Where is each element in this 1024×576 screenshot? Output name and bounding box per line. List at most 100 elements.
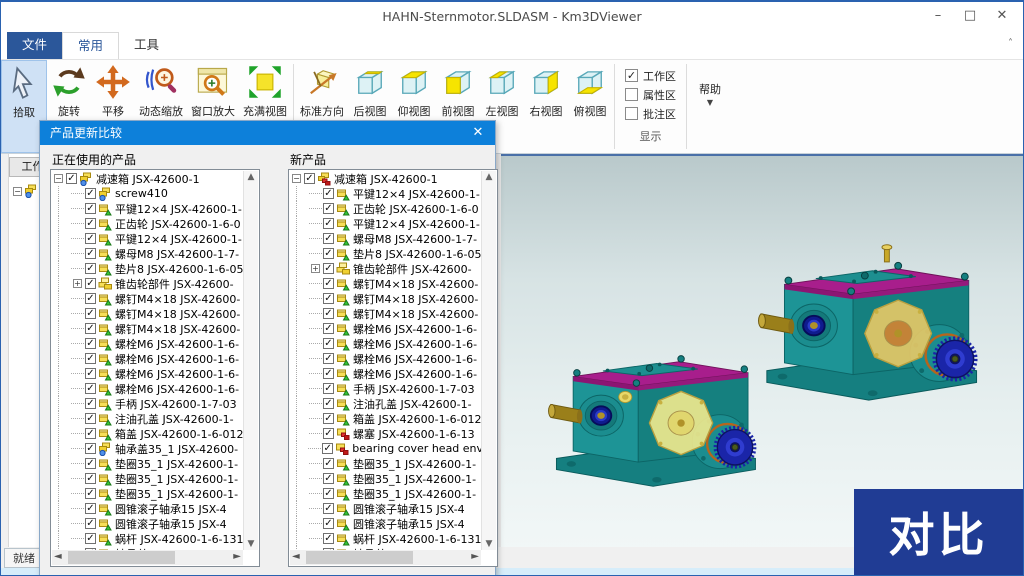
item-checkbox[interactable]: ✓ (322, 443, 333, 454)
tree-item[interactable]: +✓锥齿轮部件 JSX-42600- (290, 261, 481, 276)
scroll-right-icon[interactable]: ► (233, 551, 241, 562)
tree-item[interactable]: ✓螺塞 JSX-42600-1-6-13 (290, 426, 481, 441)
tree-item[interactable]: +✓锥齿轮部件 JSX-42600- (52, 276, 243, 291)
tree-item[interactable]: ✓螺栓M6 JSX-42600-1-6- (290, 351, 481, 366)
item-checkbox[interactable]: ✓ (323, 368, 334, 379)
tree-item[interactable]: ✓螺钉M4×18 JSX-42600- (290, 291, 481, 306)
tree-item[interactable]: ✓垫圈35_1 JSX-42600-1- (290, 486, 481, 501)
tree-item[interactable]: ✓轴承盖35_1 JSX-42600- (52, 441, 243, 456)
item-checkbox[interactable]: ✓ (85, 338, 96, 349)
item-checkbox[interactable]: ✓ (85, 293, 96, 304)
item-checkbox[interactable]: ✓ (85, 458, 96, 469)
tree-item[interactable]: ✓圆锥滚子轴承15 JSX-4 (290, 516, 481, 531)
checked-checkbox-icon[interactable]: ✓ (625, 69, 638, 82)
scroll-up-icon[interactable]: ▲ (244, 172, 258, 182)
tree-item[interactable]: ✓箱盖 JSX-42600-1-6-012 (290, 411, 481, 426)
tree-item[interactable]: ✓平键12×4 JSX-42600-1- (52, 201, 243, 216)
item-checkbox[interactable]: ✓ (85, 263, 96, 274)
tree-item[interactable]: ✓垫圈35_1 JSX-42600-1- (52, 456, 243, 471)
dialog-title-bar[interactable]: 产品更新比较 ✕ (40, 121, 495, 145)
tree-item[interactable]: ✓手柄 JSX-42600-1-7-03 (52, 396, 243, 411)
item-checkbox[interactable]: ✓ (323, 278, 334, 289)
item-checkbox[interactable]: ✓ (323, 428, 334, 439)
item-checkbox[interactable]: ✓ (323, 413, 334, 424)
item-checkbox[interactable]: ✓ (323, 308, 334, 319)
item-checkbox[interactable]: ✓ (85, 188, 96, 199)
item-checkbox[interactable]: ✓ (85, 278, 96, 289)
ribbon-button-cube-right[interactable]: 右视图 (524, 60, 568, 153)
tree-item[interactable]: ✓螺钉M4×18 JSX-42600- (52, 321, 243, 336)
item-checkbox[interactable]: ✓ (323, 293, 334, 304)
item-checkbox[interactable]: ✓ (323, 248, 334, 259)
ribbon-button-cube-top[interactable]: 俯视图 (568, 60, 612, 153)
tree-item[interactable]: ✓箱盖 JSX-42600-1-6-012 (52, 426, 243, 441)
tree-item[interactable]: ✓bearing cover head enve (290, 441, 481, 456)
tree-item[interactable]: ✓螺栓M6 JSX-42600-1-6- (290, 366, 481, 381)
item-checkbox[interactable]: ✓ (85, 533, 96, 544)
tree-item[interactable]: ✓螺栓M6 JSX-42600-1-6- (290, 336, 481, 351)
tree-item[interactable]: ✓蜗杆 JSX-42600-1-6-131 (290, 531, 481, 546)
scroll-up-icon[interactable]: ▲ (482, 172, 496, 182)
expander-plus-icon[interactable]: + (73, 279, 82, 288)
tree-item[interactable]: ✓螺栓M6 JSX-42600-1-6- (52, 351, 243, 366)
item-checkbox[interactable]: ✓ (66, 173, 77, 184)
item-checkbox[interactable]: ✓ (323, 383, 334, 394)
tree-item[interactable]: ✓垫片8 JSX-42600-1-6-05 (52, 261, 243, 276)
item-checkbox[interactable]: ✓ (85, 443, 96, 454)
tree-item[interactable]: ✓平键12×4 JSX-42600-1- (52, 231, 243, 246)
item-checkbox[interactable]: ✓ (323, 218, 334, 229)
tree-item[interactable]: ✓螺钉M4×18 JSX-42600- (290, 306, 481, 321)
expander-minus-icon[interactable]: − (54, 174, 63, 183)
scroll-left-icon[interactable]: ◄ (54, 551, 62, 562)
close-button[interactable]: ✕ (989, 6, 1015, 26)
item-checkbox[interactable]: ✓ (304, 173, 315, 184)
item-checkbox[interactable]: ✓ (85, 368, 96, 379)
scroll-left-icon[interactable]: ◄ (292, 551, 300, 562)
tree-item[interactable]: ✓垫片8 JSX-42600-1-6-05 (290, 246, 481, 261)
tree-item[interactable]: ✓垫圈35_1 JSX-42600-1- (52, 486, 243, 501)
collapse-ribbon-icon[interactable]: ˄ (1008, 38, 1013, 49)
item-checkbox[interactable]: ✓ (85, 488, 96, 499)
tree-item[interactable]: ✓螺母M8 JSX-42600-1-7- (290, 231, 481, 246)
item-checkbox[interactable]: ✓ (323, 188, 334, 199)
expander-plus-icon[interactable]: + (311, 264, 320, 273)
tree-item[interactable]: ✓手柄 JSX-42600-1-7-03 (290, 381, 481, 396)
item-checkbox[interactable]: ✓ (323, 353, 334, 364)
checkbox-属性区[interactable]: 属性区 (625, 85, 676, 104)
scroll-down-icon[interactable]: ▼ (244, 539, 258, 549)
tree-item[interactable]: ✓正齿轮 JSX-42600-1-6-0 (52, 216, 243, 231)
item-checkbox[interactable]: ✓ (85, 383, 96, 394)
expander-minus-icon[interactable]: − (292, 174, 301, 183)
dialog-close-icon[interactable]: ✕ (461, 121, 495, 145)
tree-item[interactable]: ✓screw410 (52, 186, 243, 201)
tree-item[interactable]: −✓减速箱 JSX-42600-1 (52, 171, 243, 186)
tree-item[interactable]: ✓垫圈35_1 JSX-42600-1- (290, 456, 481, 471)
item-checkbox[interactable]: ✓ (85, 203, 96, 214)
item-checkbox[interactable]: ✓ (323, 323, 334, 334)
tab-tools[interactable]: 工具 (119, 32, 174, 59)
item-checkbox[interactable]: ✓ (85, 398, 96, 409)
tree-item[interactable]: ✓正齿轮 JSX-42600-1-6-0 (290, 201, 481, 216)
tree-item[interactable]: ✓垫圈35_1 JSX-42600-1- (52, 471, 243, 486)
tree-item[interactable]: ✓垫圈35_1 JSX-42600-1- (290, 471, 481, 486)
horizontal-scrollbar[interactable]: ◄► (290, 550, 481, 565)
item-checkbox[interactable]: ✓ (85, 323, 96, 334)
item-checkbox[interactable]: ✓ (85, 503, 96, 514)
tree-item[interactable]: ✓螺栓M6 JSX-42600-1-6- (52, 336, 243, 351)
tree-item[interactable]: ✓圆锥滚子轴承15 JSX-4 (52, 501, 243, 516)
unchecked-checkbox-icon[interactable] (625, 107, 638, 120)
help-button[interactable]: ? 帮助 ▼ (689, 60, 731, 153)
tree-item[interactable]: ✓螺栓M6 JSX-42600-1-6- (290, 321, 481, 336)
horizontal-scrollbar[interactable]: ◄► (52, 550, 243, 565)
item-checkbox[interactable]: ✓ (85, 518, 96, 529)
tree-item[interactable]: ✓螺栓M6 JSX-42600-1-6- (52, 381, 243, 396)
tab-file[interactable]: 文件 (7, 32, 62, 59)
tree-item[interactable]: ✓平键12×4 JSX-42600-1- (290, 186, 481, 201)
item-checkbox[interactable]: ✓ (85, 473, 96, 484)
scrollbar-thumb[interactable] (68, 551, 175, 564)
item-checkbox[interactable]: ✓ (323, 338, 334, 349)
scrollbar-thumb[interactable] (306, 551, 413, 564)
item-checkbox[interactable]: ✓ (85, 413, 96, 424)
maximize-button[interactable]: □ (957, 6, 983, 26)
item-checkbox[interactable]: ✓ (323, 203, 334, 214)
